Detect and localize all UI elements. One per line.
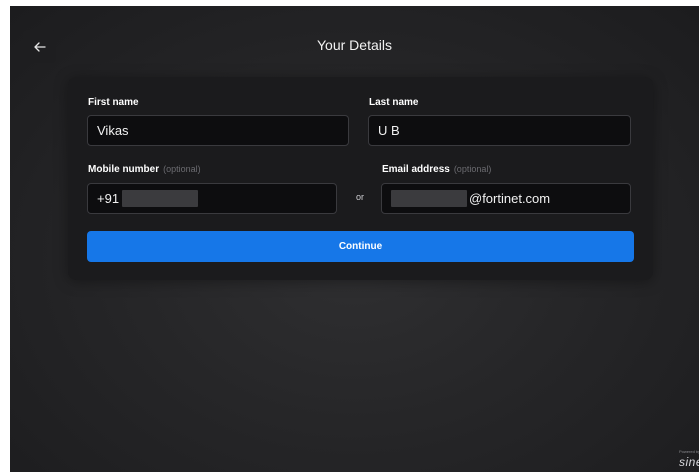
email-domain: @fortinet.com xyxy=(469,191,551,206)
email-address-label: Email address (optional) xyxy=(382,164,492,175)
mobile-prefix: +91 xyxy=(97,191,120,206)
powered-by-badge: Powered by sine xyxy=(679,449,699,469)
first-name-label: First name xyxy=(88,97,139,108)
page-title: Your Details xyxy=(317,37,392,53)
redacted-email-user xyxy=(391,190,467,207)
last-name-input[interactable]: U B xyxy=(368,115,631,146)
app-screen: Your Details First name Vikas Last name … xyxy=(10,6,699,472)
mobile-number-input[interactable]: +91 xyxy=(87,183,337,214)
last-name-value: U B xyxy=(378,123,400,138)
details-form-card: First name Vikas Last name U B Mobile nu… xyxy=(68,77,653,280)
powered-by-text: Powered by xyxy=(679,449,699,454)
email-address-input[interactable]: @fortinet.com xyxy=(381,183,631,214)
redacted-mobile-digits xyxy=(122,190,199,207)
or-separator: or xyxy=(356,192,365,202)
last-name-label: Last name xyxy=(369,97,419,108)
sine-logo: sine xyxy=(679,455,699,469)
continue-button[interactable]: Continue xyxy=(87,231,634,262)
mobile-optional-hint: (optional) xyxy=(163,164,201,174)
email-optional-hint: (optional) xyxy=(453,164,492,174)
mobile-number-label: Mobile number (optional) xyxy=(88,164,201,175)
first-name-value: Vikas xyxy=(97,123,129,138)
first-name-input[interactable]: Vikas xyxy=(87,115,349,146)
